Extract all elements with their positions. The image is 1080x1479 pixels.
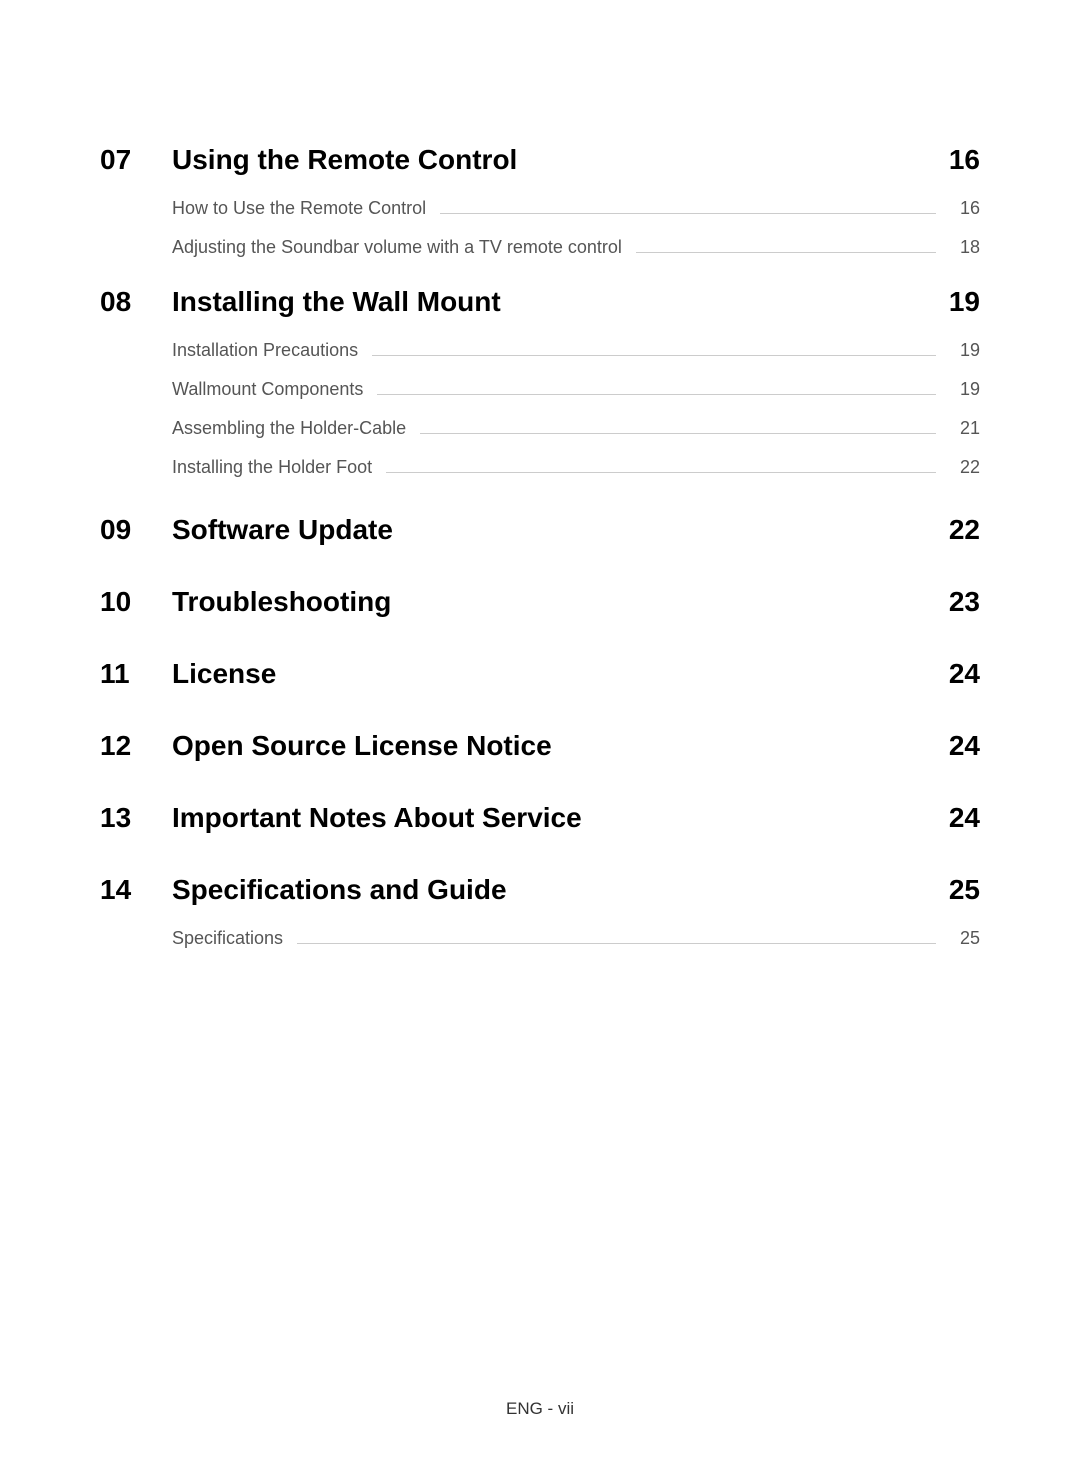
toc-section: 09 Software Update 22 xyxy=(100,514,980,546)
section-page: 25 xyxy=(930,874,980,906)
toc-sub-entry: Installing the Holder Foot 22 xyxy=(172,457,980,478)
sub-entry-page: 19 xyxy=(950,379,980,400)
section-number: 08 xyxy=(100,286,172,318)
sub-entry-page: 16 xyxy=(950,198,980,219)
page-footer: ENG - vii xyxy=(0,1399,1080,1419)
toc-section: 11 License 24 xyxy=(100,658,980,690)
sub-entry-page: 22 xyxy=(950,457,980,478)
toc-section: 07 Using the Remote Control 16 xyxy=(100,144,980,176)
sub-entry-page: 19 xyxy=(950,340,980,361)
section-page: 24 xyxy=(930,802,980,834)
toc-section: 12 Open Source License Notice 24 xyxy=(100,730,980,762)
section-number: 13 xyxy=(100,802,172,834)
section-page: 24 xyxy=(930,658,980,690)
sub-entry-page: 18 xyxy=(950,237,980,258)
leader-line xyxy=(420,433,936,434)
section-title: License xyxy=(172,658,930,690)
toc-sub-entry: How to Use the Remote Control 16 xyxy=(172,198,980,219)
section-number: 14 xyxy=(100,874,172,906)
section-page: 24 xyxy=(930,730,980,762)
sub-entry-page: 25 xyxy=(950,928,980,949)
toc-section: 13 Important Notes About Service 24 xyxy=(100,802,980,834)
leader-line xyxy=(297,943,936,944)
sub-entry-title: Adjusting the Soundbar volume with a TV … xyxy=(172,237,622,258)
section-title: Important Notes About Service xyxy=(172,802,930,834)
section-number: 09 xyxy=(100,514,172,546)
section-number: 07 xyxy=(100,144,172,176)
section-title: Open Source License Notice xyxy=(172,730,930,762)
leader-line xyxy=(636,252,936,253)
section-title: Using the Remote Control xyxy=(172,144,930,176)
sub-entry-title: Wallmount Components xyxy=(172,379,363,400)
section-title: Installing the Wall Mount xyxy=(172,286,930,318)
sub-entry-title: Installation Precautions xyxy=(172,340,358,361)
leader-line xyxy=(386,472,936,473)
sub-entry-title: How to Use the Remote Control xyxy=(172,198,426,219)
sub-entry-title: Installing the Holder Foot xyxy=(172,457,372,478)
toc-section: 08 Installing the Wall Mount 19 xyxy=(100,286,980,318)
section-number: 11 xyxy=(100,658,172,690)
section-page: 19 xyxy=(930,286,980,318)
table-of-contents: 07 Using the Remote Control 16 How to Us… xyxy=(100,120,980,953)
toc-sub-entry: Wallmount Components 19 xyxy=(172,379,980,400)
toc-sub-entry: Assembling the Holder-Cable 21 xyxy=(172,418,980,439)
section-page: 23 xyxy=(930,586,980,618)
toc-sub-entry: Installation Precautions 19 xyxy=(172,340,980,361)
sub-entry-title: Assembling the Holder-Cable xyxy=(172,418,406,439)
leader-line xyxy=(372,355,936,356)
leader-line xyxy=(440,213,936,214)
toc-section: 14 Specifications and Guide 25 xyxy=(100,874,980,906)
sub-entry-page: 21 xyxy=(950,418,980,439)
section-page: 22 xyxy=(930,514,980,546)
section-number: 12 xyxy=(100,730,172,762)
section-title: Specifications and Guide xyxy=(172,874,930,906)
section-page: 16 xyxy=(930,144,980,176)
leader-line xyxy=(377,394,936,395)
toc-sub-entry: Specifications 25 xyxy=(172,928,980,949)
sub-entry-title: Specifications xyxy=(172,928,283,949)
toc-section: 10 Troubleshooting 23 xyxy=(100,586,980,618)
section-title: Software Update xyxy=(172,514,930,546)
toc-sub-entry: Adjusting the Soundbar volume with a TV … xyxy=(172,237,980,258)
section-title: Troubleshooting xyxy=(172,586,930,618)
section-number: 10 xyxy=(100,586,172,618)
